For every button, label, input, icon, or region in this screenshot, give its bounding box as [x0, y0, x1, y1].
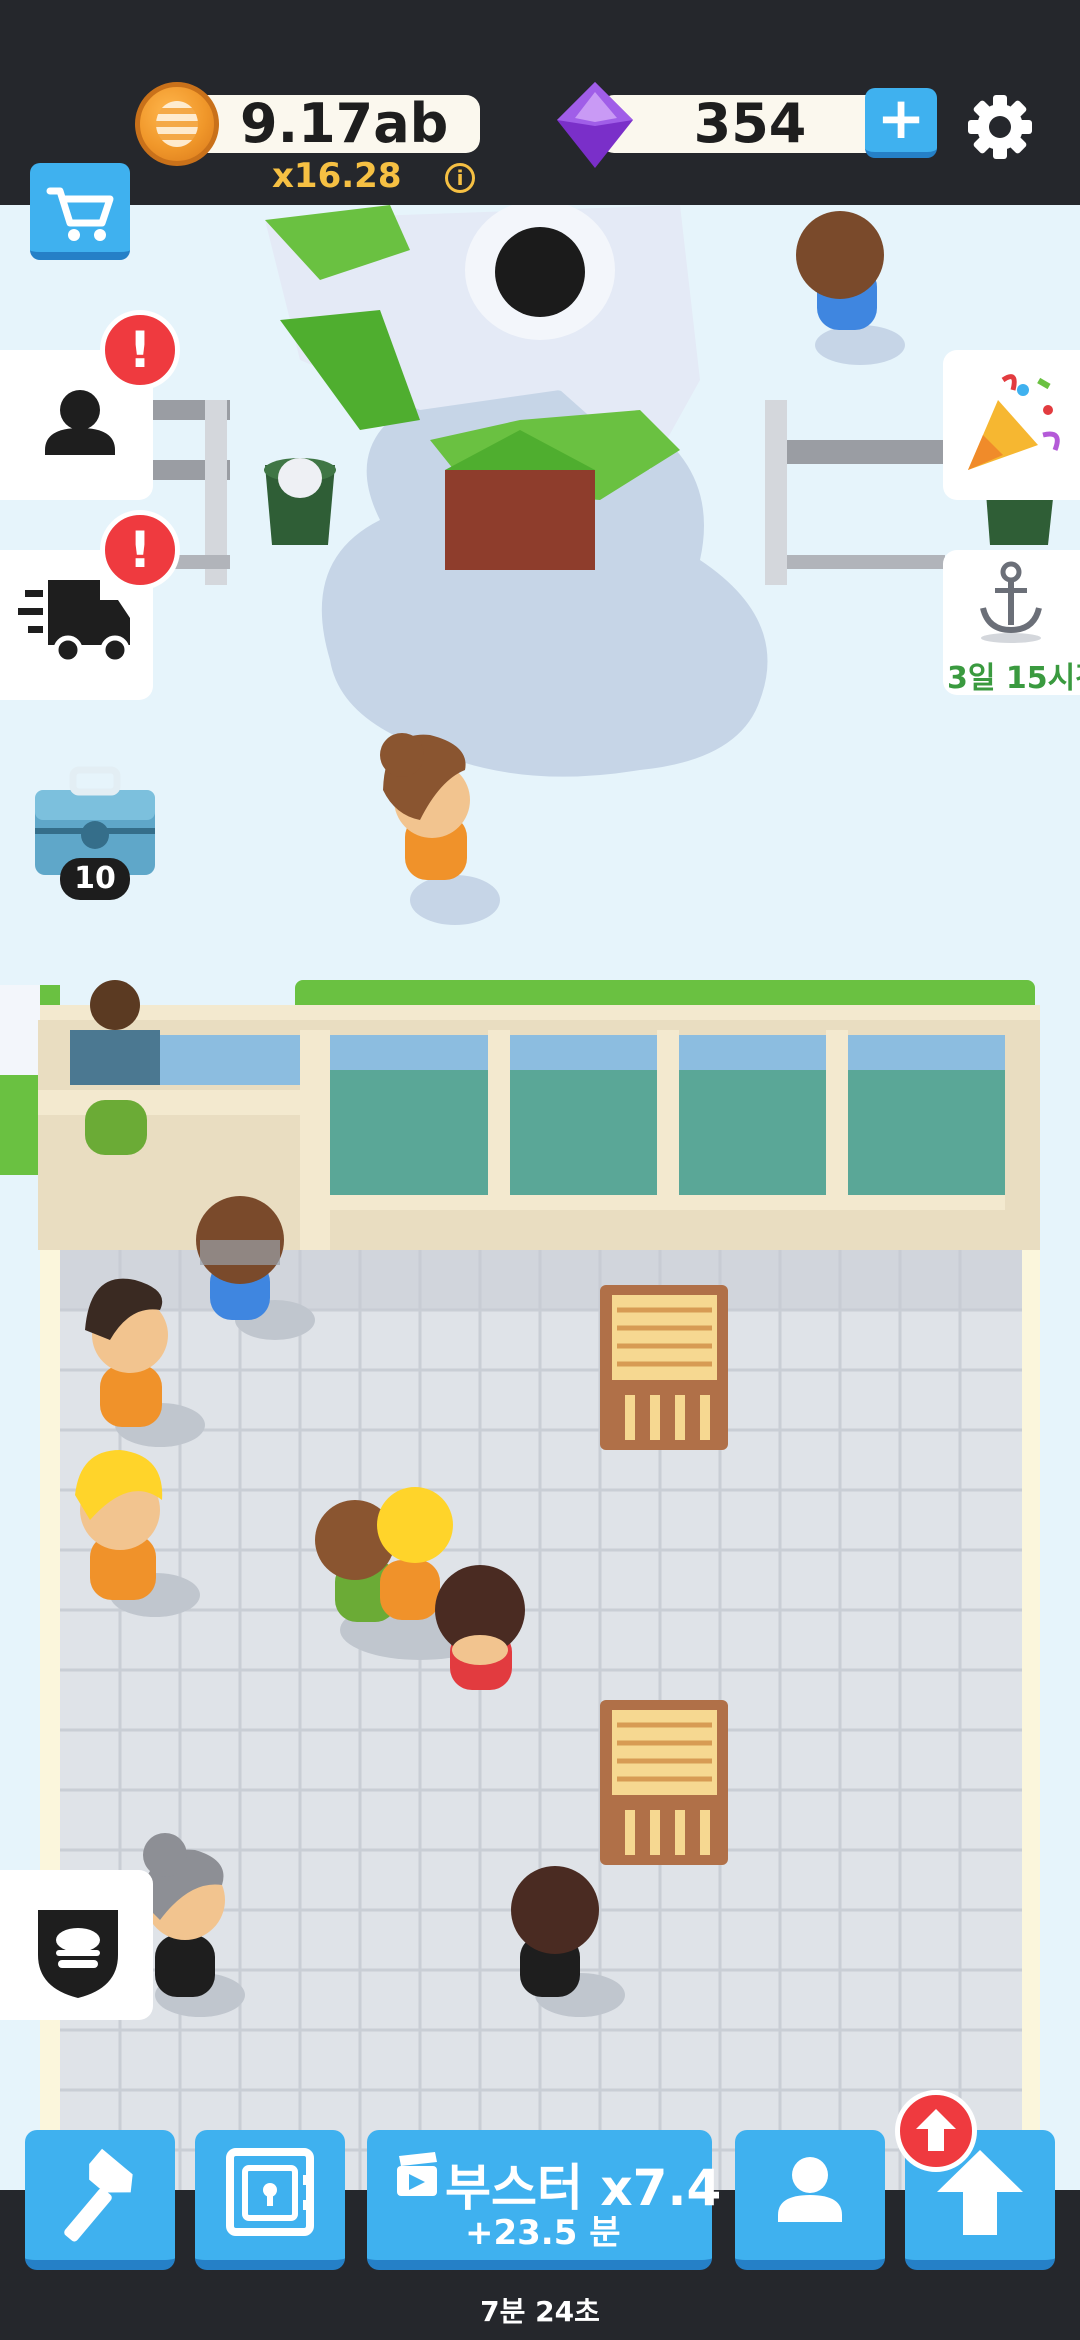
- booster-time-bonus: +23.5 분: [465, 2213, 621, 2253]
- hammer-icon: [64, 2148, 133, 2242]
- info-icon[interactable]: i: [445, 163, 475, 193]
- upgrade-alert-badge: [895, 2090, 977, 2172]
- gem-value: 354: [693, 92, 807, 155]
- party-popper-icon: [968, 374, 1060, 470]
- arrow-up-icon: [916, 2109, 956, 2151]
- party-event-button[interactable]: [943, 350, 1080, 500]
- crate-2: [600, 1700, 728, 1865]
- income-multiplier: x16.28: [272, 156, 402, 196]
- cart-icon: [46, 187, 114, 241]
- store-building: [0, 980, 1040, 1250]
- trash-bin: [264, 458, 336, 545]
- anchor-icon: [980, 561, 1042, 643]
- store-floor: [40, 1250, 1040, 2190]
- chest-count-badge: 10: [60, 858, 130, 900]
- staff-alert-badge: !: [100, 310, 180, 390]
- person-icon: [778, 2157, 842, 2222]
- delivery-alert-badge: !: [100, 510, 180, 590]
- gear-icon[interactable]: [965, 92, 1035, 162]
- staff-hire-button[interactable]: [735, 2130, 885, 2270]
- anchor-event-timer: 3일 15시간: [947, 661, 1080, 696]
- shop-cart-button[interactable]: [30, 163, 130, 260]
- vault-button[interactable]: [195, 2130, 345, 2270]
- crate-1: [600, 1285, 728, 1450]
- coin-value: 9.17ab: [240, 92, 449, 155]
- safe-icon: [226, 2148, 314, 2236]
- coin-icon: [135, 82, 219, 166]
- booster-remaining-timer: 7분 24초: [480, 2295, 600, 2328]
- shield-burger-icon: [38, 1910, 118, 1998]
- manager-badge-button[interactable]: [0, 1870, 153, 2020]
- build-button[interactable]: [25, 2130, 175, 2270]
- buy-gems-button[interactable]: +: [865, 88, 937, 158]
- gem-icon: [557, 82, 633, 168]
